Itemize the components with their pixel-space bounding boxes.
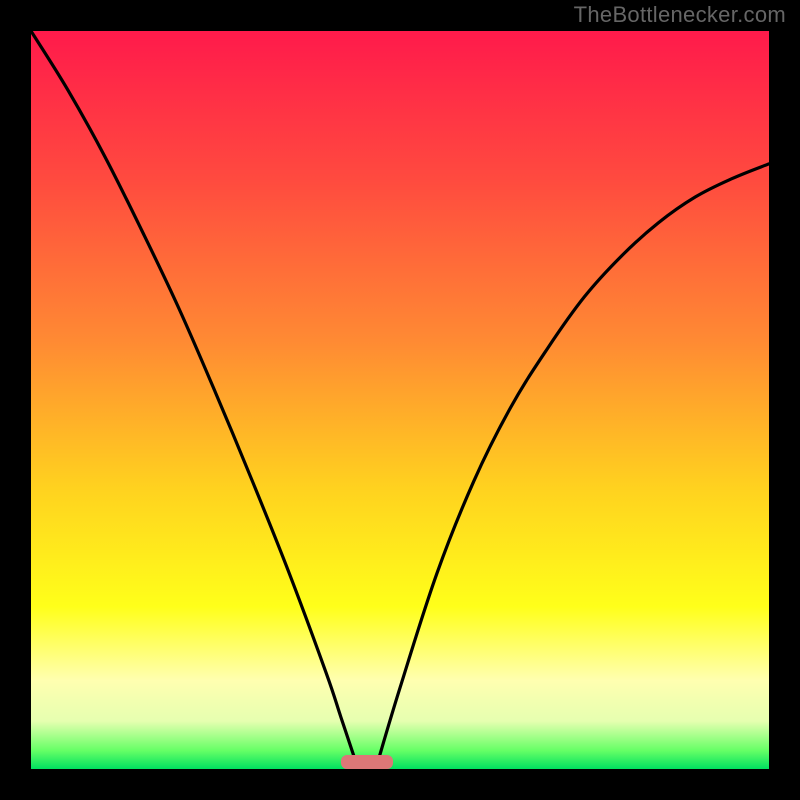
optimal-point-marker: [341, 755, 393, 769]
watermark-text: TheBottlenecker.com: [574, 2, 786, 28]
curve-right-curve: [378, 164, 769, 762]
chart-frame: TheBottlenecker.com: [0, 0, 800, 800]
curve-left-curve: [31, 31, 356, 762]
plot-area: [31, 31, 769, 769]
bottleneck-curves: [31, 31, 769, 769]
